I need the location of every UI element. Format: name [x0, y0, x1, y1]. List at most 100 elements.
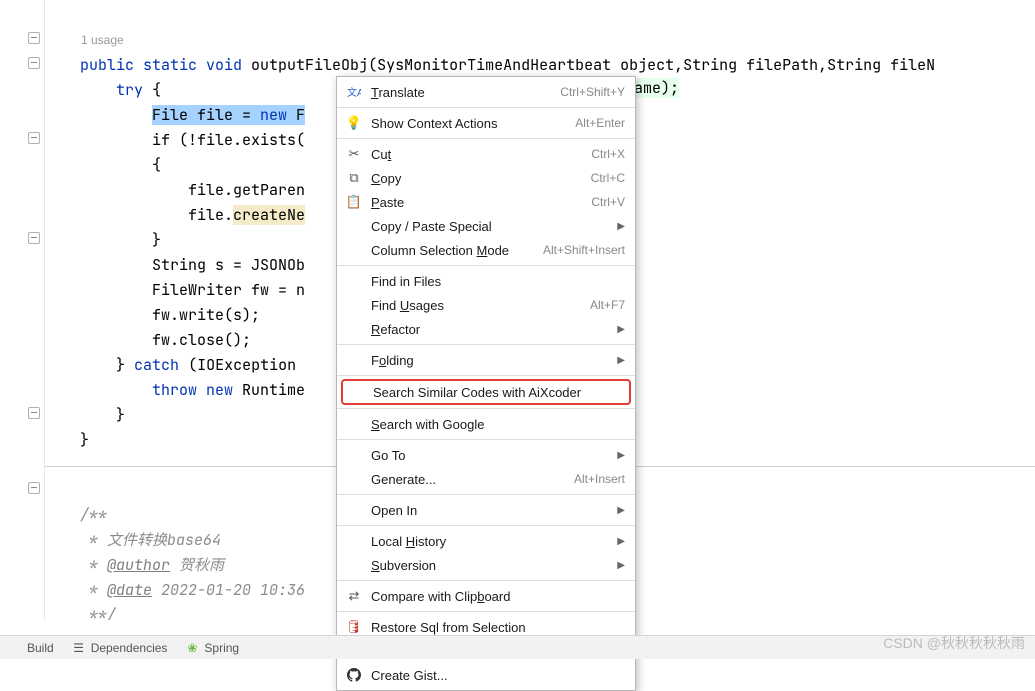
menu-label: Search Similar Codes with AiXcoder	[373, 385, 623, 400]
code-text: ame);	[634, 78, 679, 98]
paste-icon: 📋	[345, 194, 363, 210]
menu-refactor[interactable]: Refactor ▶	[337, 317, 635, 341]
spring-icon: ❀	[185, 641, 199, 655]
menu-find-usages[interactable]: Find Usages Alt+F7	[337, 293, 635, 317]
menu-go-to[interactable]: Go To ▶	[337, 443, 635, 467]
menu-separator	[337, 580, 635, 581]
watermark: CSDN @秋秋秋秋秋雨	[883, 633, 1025, 653]
code-keyword: throw new	[152, 380, 233, 400]
menu-aixcoder-search[interactable]: Search Similar Codes with AiXcoder	[341, 379, 631, 405]
menu-shortcut: Ctrl+X	[591, 147, 625, 161]
menu-shortcut: Ctrl+Shift+Y	[560, 85, 625, 99]
menu-separator	[337, 408, 635, 409]
gutter-method-icon[interactable]	[28, 32, 40, 44]
code-text: file.getParen	[188, 180, 305, 200]
translate-icon: 文A	[345, 84, 363, 100]
gutter-fold-icon[interactable]	[28, 232, 40, 244]
deprecated-method: createNe	[233, 205, 305, 225]
menu-separator	[337, 439, 635, 440]
menu-separator	[337, 344, 635, 345]
menu-search-google[interactable]: Search with Google	[337, 412, 635, 436]
menu-separator	[337, 107, 635, 108]
menu-find-in-files[interactable]: Find in Files	[337, 269, 635, 293]
dependencies-icon: ☰	[72, 641, 86, 655]
chevron-right-icon: ▶	[617, 505, 625, 516]
menu-label: Show Context Actions	[371, 116, 565, 131]
chevron-right-icon: ▶	[617, 536, 625, 547]
tool-build[interactable]: Build	[8, 641, 54, 655]
chevron-right-icon: ▶	[617, 450, 625, 461]
tool-window-bar: Build ☰ Dependencies ❀ Spring	[0, 635, 1035, 659]
code-text: String s = JSONOb	[152, 255, 305, 275]
gutter-fold-icon[interactable]	[28, 407, 40, 419]
menu-local-history[interactable]: Local History ▶	[337, 529, 635, 553]
menu-translate[interactable]: 文A Translate Ctrl+Shift+Y	[337, 80, 635, 104]
menu-context-actions[interactable]: 💡 Show Context Actions Alt+Enter	[337, 111, 635, 135]
tool-label: Build	[27, 641, 54, 655]
menu-label: Restore Sql from Selection	[371, 620, 625, 635]
menu-label: Go To	[371, 448, 609, 463]
menu-paste[interactable]: 📋 Paste Ctrl+V	[337, 190, 635, 214]
menu-label: Copy / Paste Special	[371, 219, 609, 234]
code-after-menu: ame);	[634, 78, 679, 98]
code-text: fw.close();	[152, 330, 251, 350]
doc-close: **/	[89, 605, 116, 620]
copy-icon: ⧉	[345, 170, 363, 186]
menu-create-gist[interactable]: Create Gist...	[337, 663, 635, 687]
menu-label: Open In	[371, 503, 609, 518]
code-text: if (!file.exists(	[152, 130, 305, 150]
menu-separator	[337, 525, 635, 526]
tool-dependencies[interactable]: ☰ Dependencies	[72, 641, 168, 655]
gutter-fold-icon[interactable]	[28, 132, 40, 144]
menu-column-selection[interactable]: Column Selection Mode Alt+Shift+Insert	[337, 238, 635, 262]
tool-label: Dependencies	[91, 641, 168, 655]
svg-text:文A: 文A	[347, 86, 361, 99]
bulb-icon: 💡	[345, 115, 363, 131]
doc-val: 贺秋雨	[170, 555, 224, 575]
tool-label: Spring	[204, 641, 239, 655]
menu-shortcut: Alt+F7	[590, 298, 625, 312]
gutter	[0, 0, 45, 620]
github-icon	[345, 667, 363, 683]
gutter-fold-icon[interactable]	[28, 482, 40, 494]
menu-generate[interactable]: Generate... Alt+Insert	[337, 467, 635, 491]
menu-subversion[interactable]: Subversion ▶	[337, 553, 635, 577]
menu-separator	[337, 265, 635, 266]
chevron-right-icon: ▶	[617, 560, 625, 571]
menu-shortcut: Alt+Insert	[574, 472, 625, 486]
doc-open: /**	[80, 505, 107, 525]
code-text: F	[287, 105, 305, 125]
menu-copy[interactable]: ⧉ Copy Ctrl+C	[337, 166, 635, 190]
menu-label: Create Gist...	[371, 668, 625, 683]
editor-area: 1 usage public static void outputFileObj…	[0, 0, 1035, 620]
menu-label: Find in Files	[371, 274, 625, 289]
compare-icon: ⇄	[345, 588, 363, 604]
menu-compare-clipboard[interactable]: ⇄ Compare with Clipboard	[337, 584, 635, 608]
menu-shortcut: Ctrl+V	[591, 195, 625, 209]
doc-val: 2022-01-20 10:36	[152, 580, 305, 600]
usage-hint[interactable]: 1 usage	[53, 33, 124, 47]
doc-tag: @author	[107, 555, 170, 575]
doc-prefix: *	[80, 530, 107, 550]
menu-shortcut: Alt+Enter	[575, 116, 625, 130]
doc-tag: @date	[107, 580, 152, 600]
chevron-right-icon: ▶	[617, 324, 625, 335]
method-name: outputFileObj	[251, 55, 368, 75]
tool-spring[interactable]: ❀ Spring	[185, 641, 239, 655]
menu-open-in[interactable]: Open In ▶	[337, 498, 635, 522]
menu-copy-paste-special[interactable]: Copy / Paste Special ▶	[337, 214, 635, 238]
code-text: File file =	[152, 105, 260, 125]
doc-text: 文件转换base64	[107, 530, 221, 550]
chevron-right-icon: ▶	[617, 221, 625, 232]
gutter-fold-icon[interactable]	[28, 57, 40, 69]
menu-separator	[337, 611, 635, 612]
menu-cut[interactable]: ✂ Cut Ctrl+X	[337, 142, 635, 166]
code-keyword: new	[260, 105, 287, 125]
menu-separator	[337, 494, 635, 495]
code-keyword: try	[116, 80, 143, 100]
scissors-icon: ✂	[345, 146, 363, 162]
menu-separator	[337, 375, 635, 376]
menu-shortcut: Alt+Shift+Insert	[543, 243, 625, 257]
menu-folding[interactable]: Folding ▶	[337, 348, 635, 372]
menu-label: Generate...	[371, 472, 564, 487]
